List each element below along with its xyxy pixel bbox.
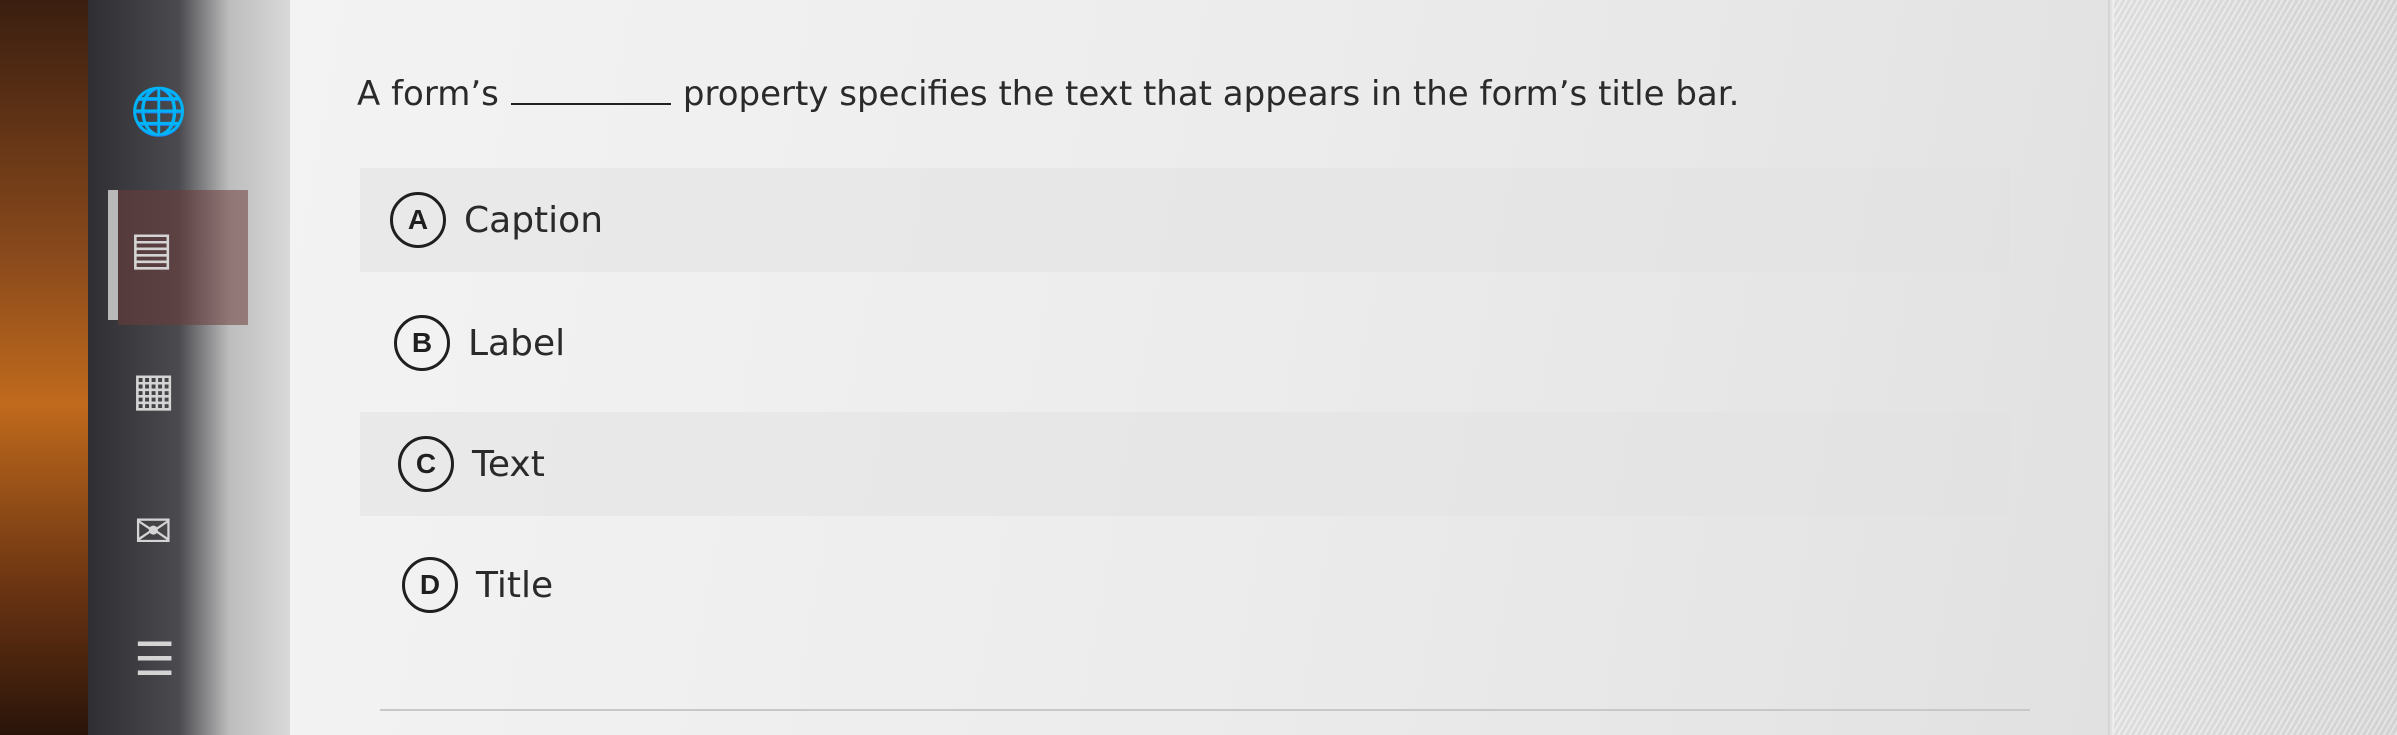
sidebar-active-indicator — [108, 190, 118, 320]
option-c[interactable]: C Text — [360, 412, 2010, 516]
answer-blank — [510, 103, 671, 105]
option-c-label: Text — [472, 443, 545, 485]
layout-icon[interactable]: ▤ — [130, 225, 173, 271]
option-a-badge: A — [390, 192, 446, 248]
question-prefix: A form’s — [357, 74, 499, 114]
globe-icon[interactable]: 🌐 — [130, 88, 187, 134]
option-b[interactable]: B Label — [360, 291, 2010, 395]
option-d-label: Title — [476, 564, 554, 606]
document-icon[interactable]: ☰ — [134, 636, 175, 682]
app-sidebar: 🌐 ▤ ▦ ✉ ☰ — [88, 0, 290, 735]
question-suffix: property specifies the text that appears… — [682, 74, 1740, 114]
option-d[interactable]: D Title — [360, 533, 2010, 637]
option-a[interactable]: A Caption — [360, 168, 2010, 272]
option-b-label: Label — [468, 322, 566, 364]
mail-icon[interactable]: ✉ — [134, 508, 173, 554]
option-b-badge: B — [394, 315, 450, 371]
option-c-badge: C — [398, 436, 454, 492]
screen-moire — [2114, 0, 2397, 735]
question-text: A form’s property specifies the text that… — [357, 74, 1739, 114]
screen: 🌐 ▤ ▦ ✉ ☰ A form’s property specifies the… — [0, 0, 2397, 735]
calendar-icon[interactable]: ▦ — [132, 366, 175, 412]
divider — [380, 709, 2030, 711]
option-a-label: Caption — [464, 199, 604, 241]
option-d-badge: D — [402, 557, 458, 613]
monitor-bezel — [0, 0, 90, 735]
